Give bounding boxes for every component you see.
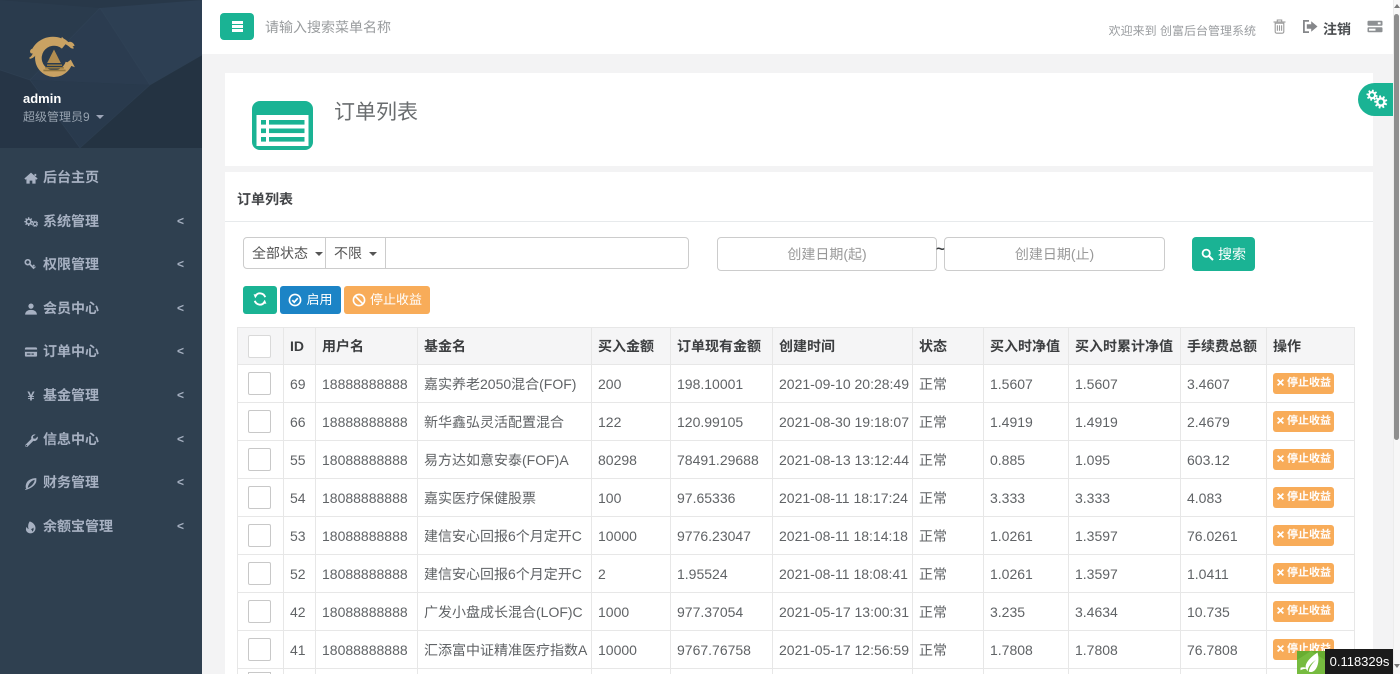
svg-text:¥: ¥ (27, 389, 35, 403)
